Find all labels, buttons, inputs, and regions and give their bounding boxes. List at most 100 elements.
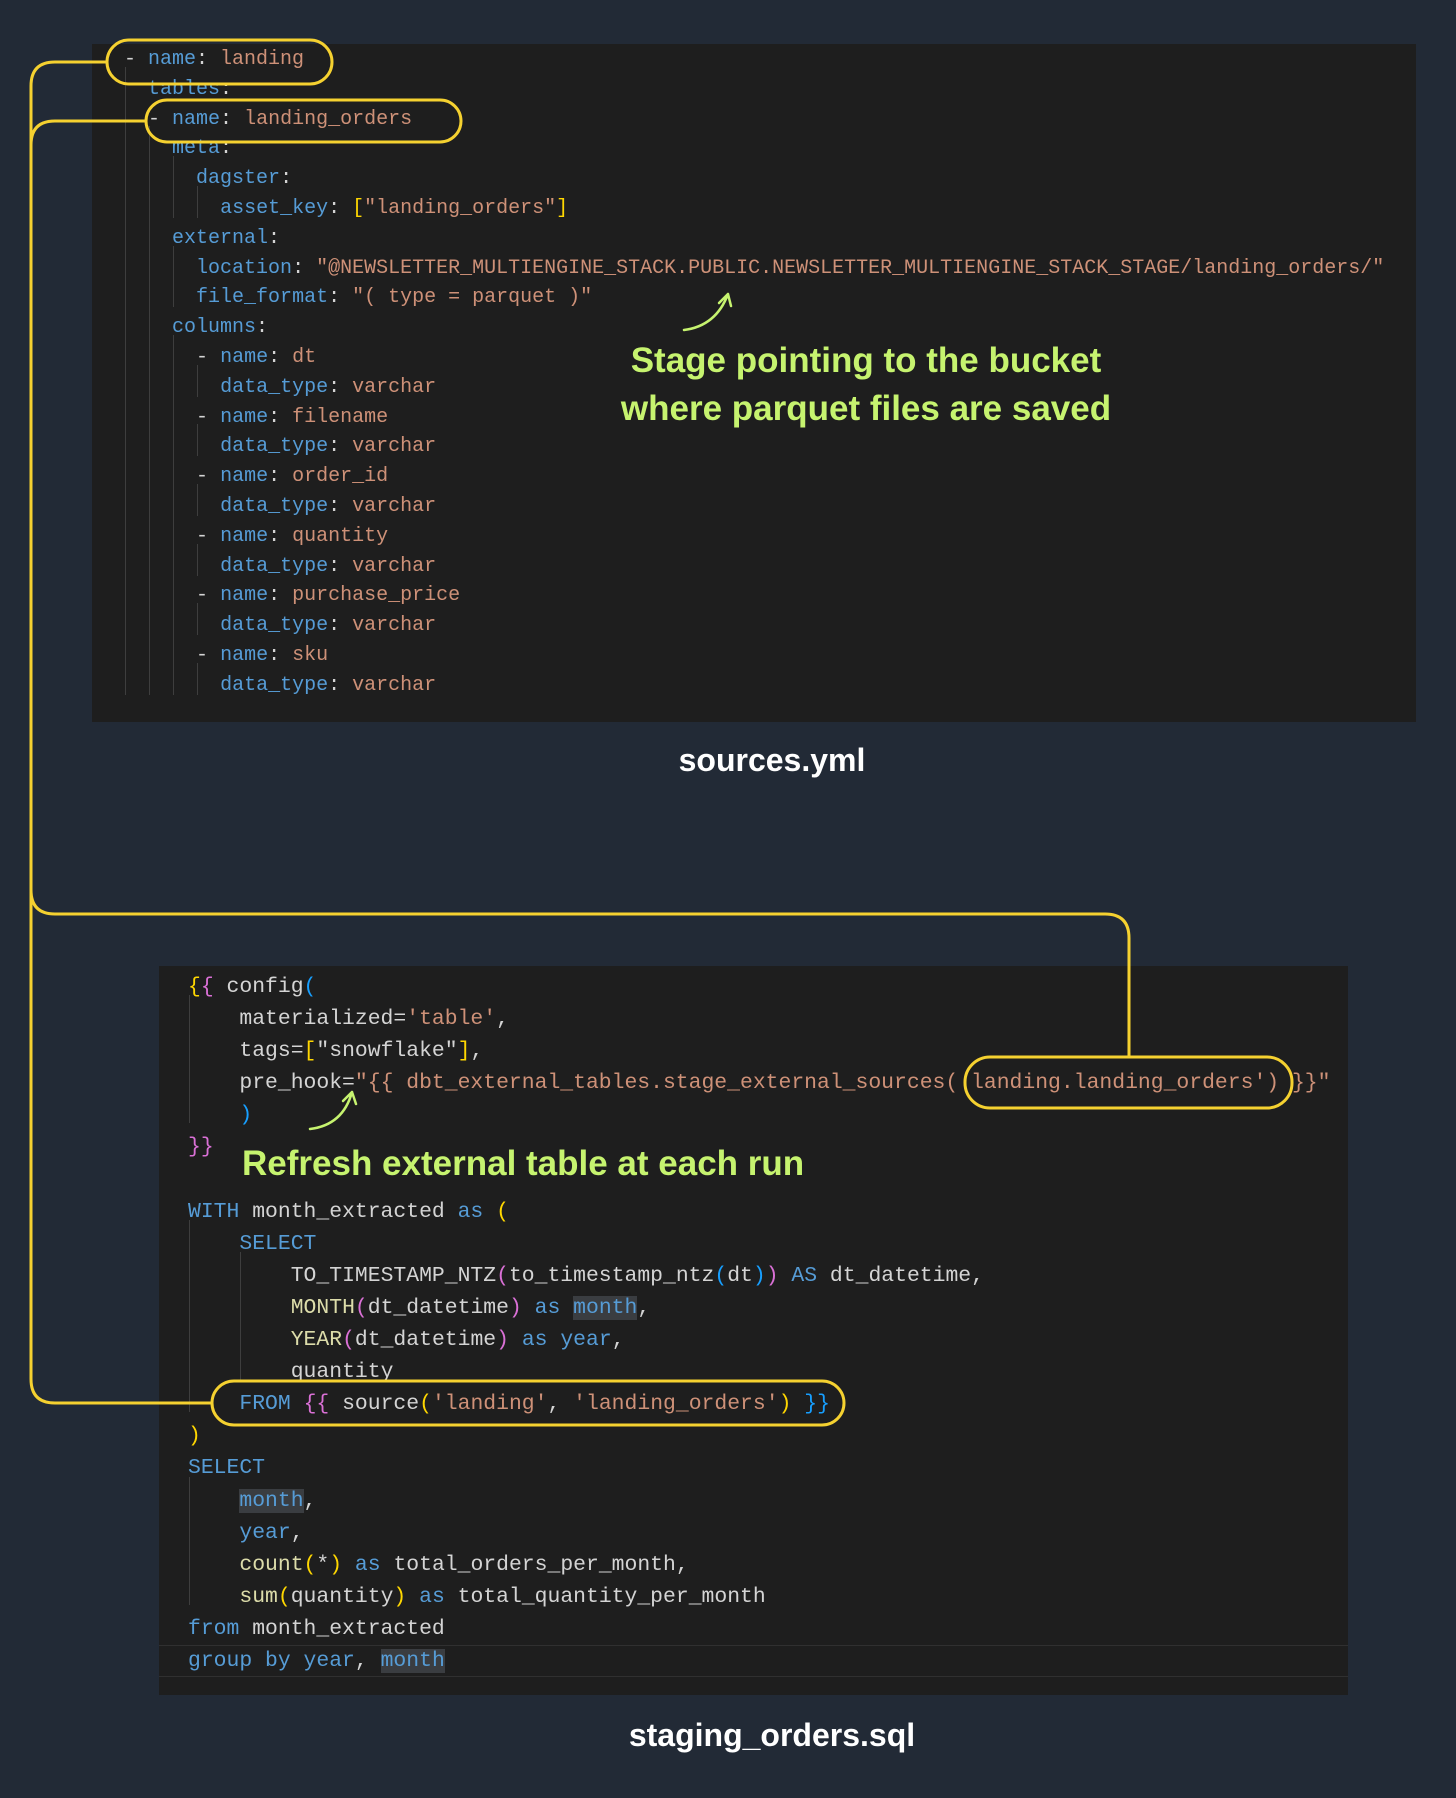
- indent-guide: [188, 1508, 239, 1549]
- code-token: filename: [292, 405, 389, 429]
- code-token: ,: [290, 1520, 304, 1545]
- code-line: SELECT: [188, 1219, 1348, 1260]
- indent-guide: [148, 394, 172, 433]
- indent-guide: [172, 394, 196, 433]
- code-line: data_type: varchar: [124, 543, 1416, 582]
- code-token: varchar: [352, 554, 437, 578]
- code-token: dagster: [196, 167, 281, 191]
- code-token: :: [196, 48, 221, 71]
- code-token: as: [354, 1552, 381, 1577]
- code-token: -: [196, 643, 221, 667]
- code-token: ,: [354, 1648, 381, 1673]
- code-token: -: [196, 405, 221, 429]
- code-token: name: [220, 643, 269, 667]
- indent-guide: [124, 66, 148, 105]
- code-line: year,: [188, 1508, 1348, 1549]
- code-line: - name: purchase_price: [124, 573, 1416, 611]
- indent-guide: [124, 156, 148, 194]
- indent-guide: [124, 543, 148, 582]
- code-line: {{ config(: [188, 971, 1348, 1003]
- indent-guide: [172, 335, 196, 373]
- code-line: quantity: [188, 1348, 1348, 1388]
- code-token: name: [148, 48, 197, 71]
- code-token: dt_datetime: [367, 1295, 509, 1320]
- code-token: [: [352, 196, 365, 220]
- indent-guide: [188, 1219, 239, 1260]
- code-token: (: [496, 1199, 509, 1224]
- code-token: total_quantity_per_month: [444, 1584, 766, 1609]
- code-token: (: [303, 975, 317, 999]
- code-line: month,: [188, 1476, 1348, 1517]
- code-token: source: [329, 1392, 420, 1417]
- code-line: data_type: varchar: [124, 424, 1416, 462]
- code-token: :: [328, 286, 353, 310]
- code-token: name: [220, 584, 269, 608]
- code-line: ): [188, 1091, 1348, 1131]
- code-line: FROM {{ source('landing', 'landing_order…: [188, 1380, 1348, 1420]
- indent-guide: [188, 1059, 239, 1099]
- indent-guide: [124, 454, 148, 492]
- code-token: order_id: [292, 465, 389, 489]
- code-token: -: [124, 48, 149, 71]
- code-token: name: [220, 405, 269, 429]
- code-token: ): [393, 1584, 407, 1609]
- code-token: :: [280, 167, 293, 191]
- code-line: tags=["snowflake"],: [188, 1027, 1348, 1067]
- code-token: TO_TIMESTAMP_NTZ: [290, 1263, 497, 1288]
- indent-guide: [124, 484, 148, 522]
- code-token: year: [303, 1648, 355, 1673]
- code-token: external: [172, 226, 269, 250]
- indent-guide: [188, 1283, 239, 1324]
- indent-guide: [188, 1476, 239, 1517]
- indent-guide: [124, 364, 148, 403]
- code-token: :: [268, 584, 293, 608]
- indent-guide: [148, 454, 172, 492]
- code-token: name: [172, 107, 221, 131]
- code-token: :: [268, 226, 281, 250]
- indent-guide: [148, 215, 172, 254]
- code-token: month: [573, 1295, 638, 1320]
- code-token: (: [277, 1584, 291, 1609]
- indent-guide: [148, 603, 172, 641]
- code-token: pre_hook=: [239, 1071, 355, 1096]
- code-line: - name: order_id: [124, 454, 1416, 492]
- code-token: (: [354, 1295, 368, 1320]
- code-token: varchar: [352, 435, 437, 459]
- indent-guide: [148, 275, 172, 313]
- code-line: asset_key: ["landing_orders"]: [124, 186, 1416, 224]
- code-token: varchar: [352, 494, 437, 518]
- indent-guide: [148, 335, 172, 373]
- code-token: ,: [303, 1488, 317, 1513]
- indent-guide: [188, 995, 239, 1035]
- code-token: ): [765, 1263, 779, 1288]
- code-line: pre_hook="{{ dbt_external_tables.stage_e…: [188, 1059, 1348, 1099]
- code-token: "( type = parquet )": [352, 286, 593, 310]
- staging-orders-sql-caption: staging_orders.sql: [628, 1717, 916, 1753]
- code-token: "@NEWSLETTER_MULTIENGINE_STACK.PUBLIC.NE…: [316, 256, 1385, 280]
- indent-guide: [124, 632, 148, 671]
- code-token: asset_key: [220, 196, 329, 220]
- code-token: "snowflake": [316, 1039, 458, 1064]
- code-line: data_type: varchar: [124, 662, 1416, 701]
- indent-guide: [148, 513, 172, 552]
- code-token: as: [521, 1328, 548, 1353]
- code-token: from: [188, 1616, 240, 1641]
- code-line: group by year, month: [159, 1645, 1348, 1677]
- code-line: from month_extracted: [188, 1613, 1348, 1645]
- indent-guide: [148, 245, 172, 284]
- sources-yml-caption: sources.yml: [678, 742, 866, 778]
- code-token: AS: [791, 1263, 818, 1288]
- code-token: dt: [727, 1263, 753, 1288]
- code-token: :: [328, 614, 353, 638]
- indent-guide: [172, 275, 196, 313]
- indent-guide: [188, 1251, 239, 1292]
- indent-guide: [124, 394, 148, 433]
- code-token: 'table': [406, 1007, 497, 1032]
- indent-guide: [172, 573, 196, 611]
